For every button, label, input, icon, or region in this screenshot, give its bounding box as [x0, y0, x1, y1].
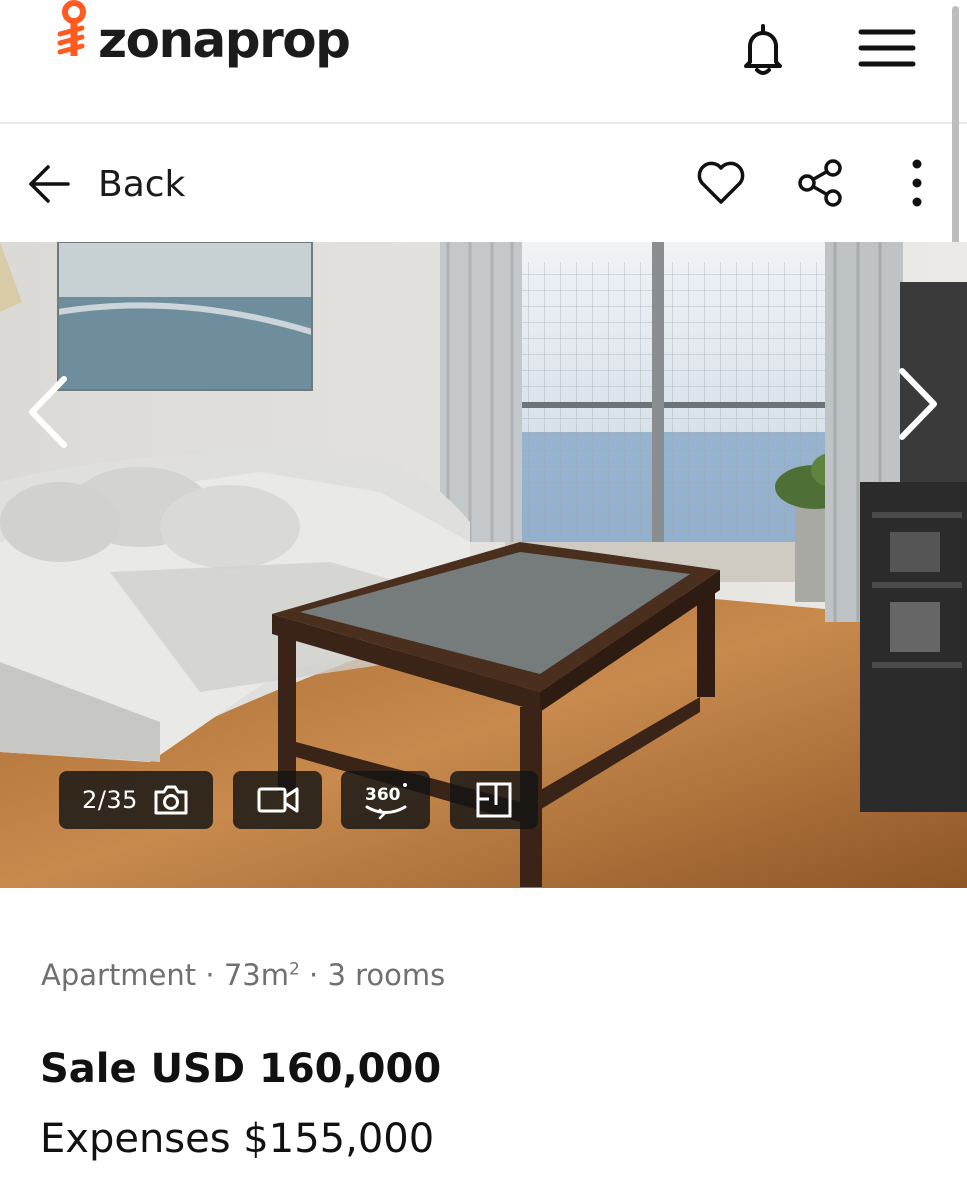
camera-icon [154, 785, 188, 815]
back-button[interactable]: Back [28, 156, 185, 212]
360-tour-chip[interactable]: 360 [341, 771, 430, 829]
property-rooms: 3 rooms [327, 958, 446, 992]
spec-separator: · [309, 958, 319, 992]
heart-icon[interactable] [694, 156, 748, 210]
listing-action-bar: Back [0, 126, 967, 242]
share-icon[interactable] [796, 156, 844, 210]
more-vertical-icon[interactable] [900, 156, 934, 210]
property-area: 73m2 [223, 958, 300, 992]
chevron-left-icon[interactable] [26, 375, 72, 449]
floor-plan-chip[interactable] [450, 771, 538, 829]
listing-expenses: Expenses $155,000 [40, 1116, 435, 1162]
listing-price: Sale USD 160,000 [40, 1046, 442, 1092]
property-type: Apartment [41, 958, 197, 992]
hamburger-menu-icon[interactable] [858, 26, 916, 70]
zonaprop-logo[interactable]: zonaprop [52, 0, 351, 80]
360-view-icon: 360 [365, 783, 407, 820]
chevron-right-icon[interactable] [894, 367, 940, 441]
floor-plan-icon [476, 782, 512, 818]
logo-wordmark: zonaprop [98, 11, 351, 69]
360-label: 360 [365, 785, 401, 805]
arrow-left-icon [29, 165, 70, 203]
listing-specs: Apartment · 73m2 · 3 rooms [41, 958, 445, 992]
photo-counter-chip[interactable]: 2/35 [59, 771, 213, 829]
photo-counter: 2/35 [82, 786, 138, 814]
video-icon [257, 787, 298, 813]
bell-icon[interactable] [740, 22, 786, 76]
key-logo-icon [57, 0, 86, 56]
top-navigation-bar: zonaprop [0, 0, 967, 124]
spec-separator: · [205, 958, 215, 992]
video-chip[interactable] [233, 771, 322, 829]
back-label: Back [98, 163, 186, 205]
